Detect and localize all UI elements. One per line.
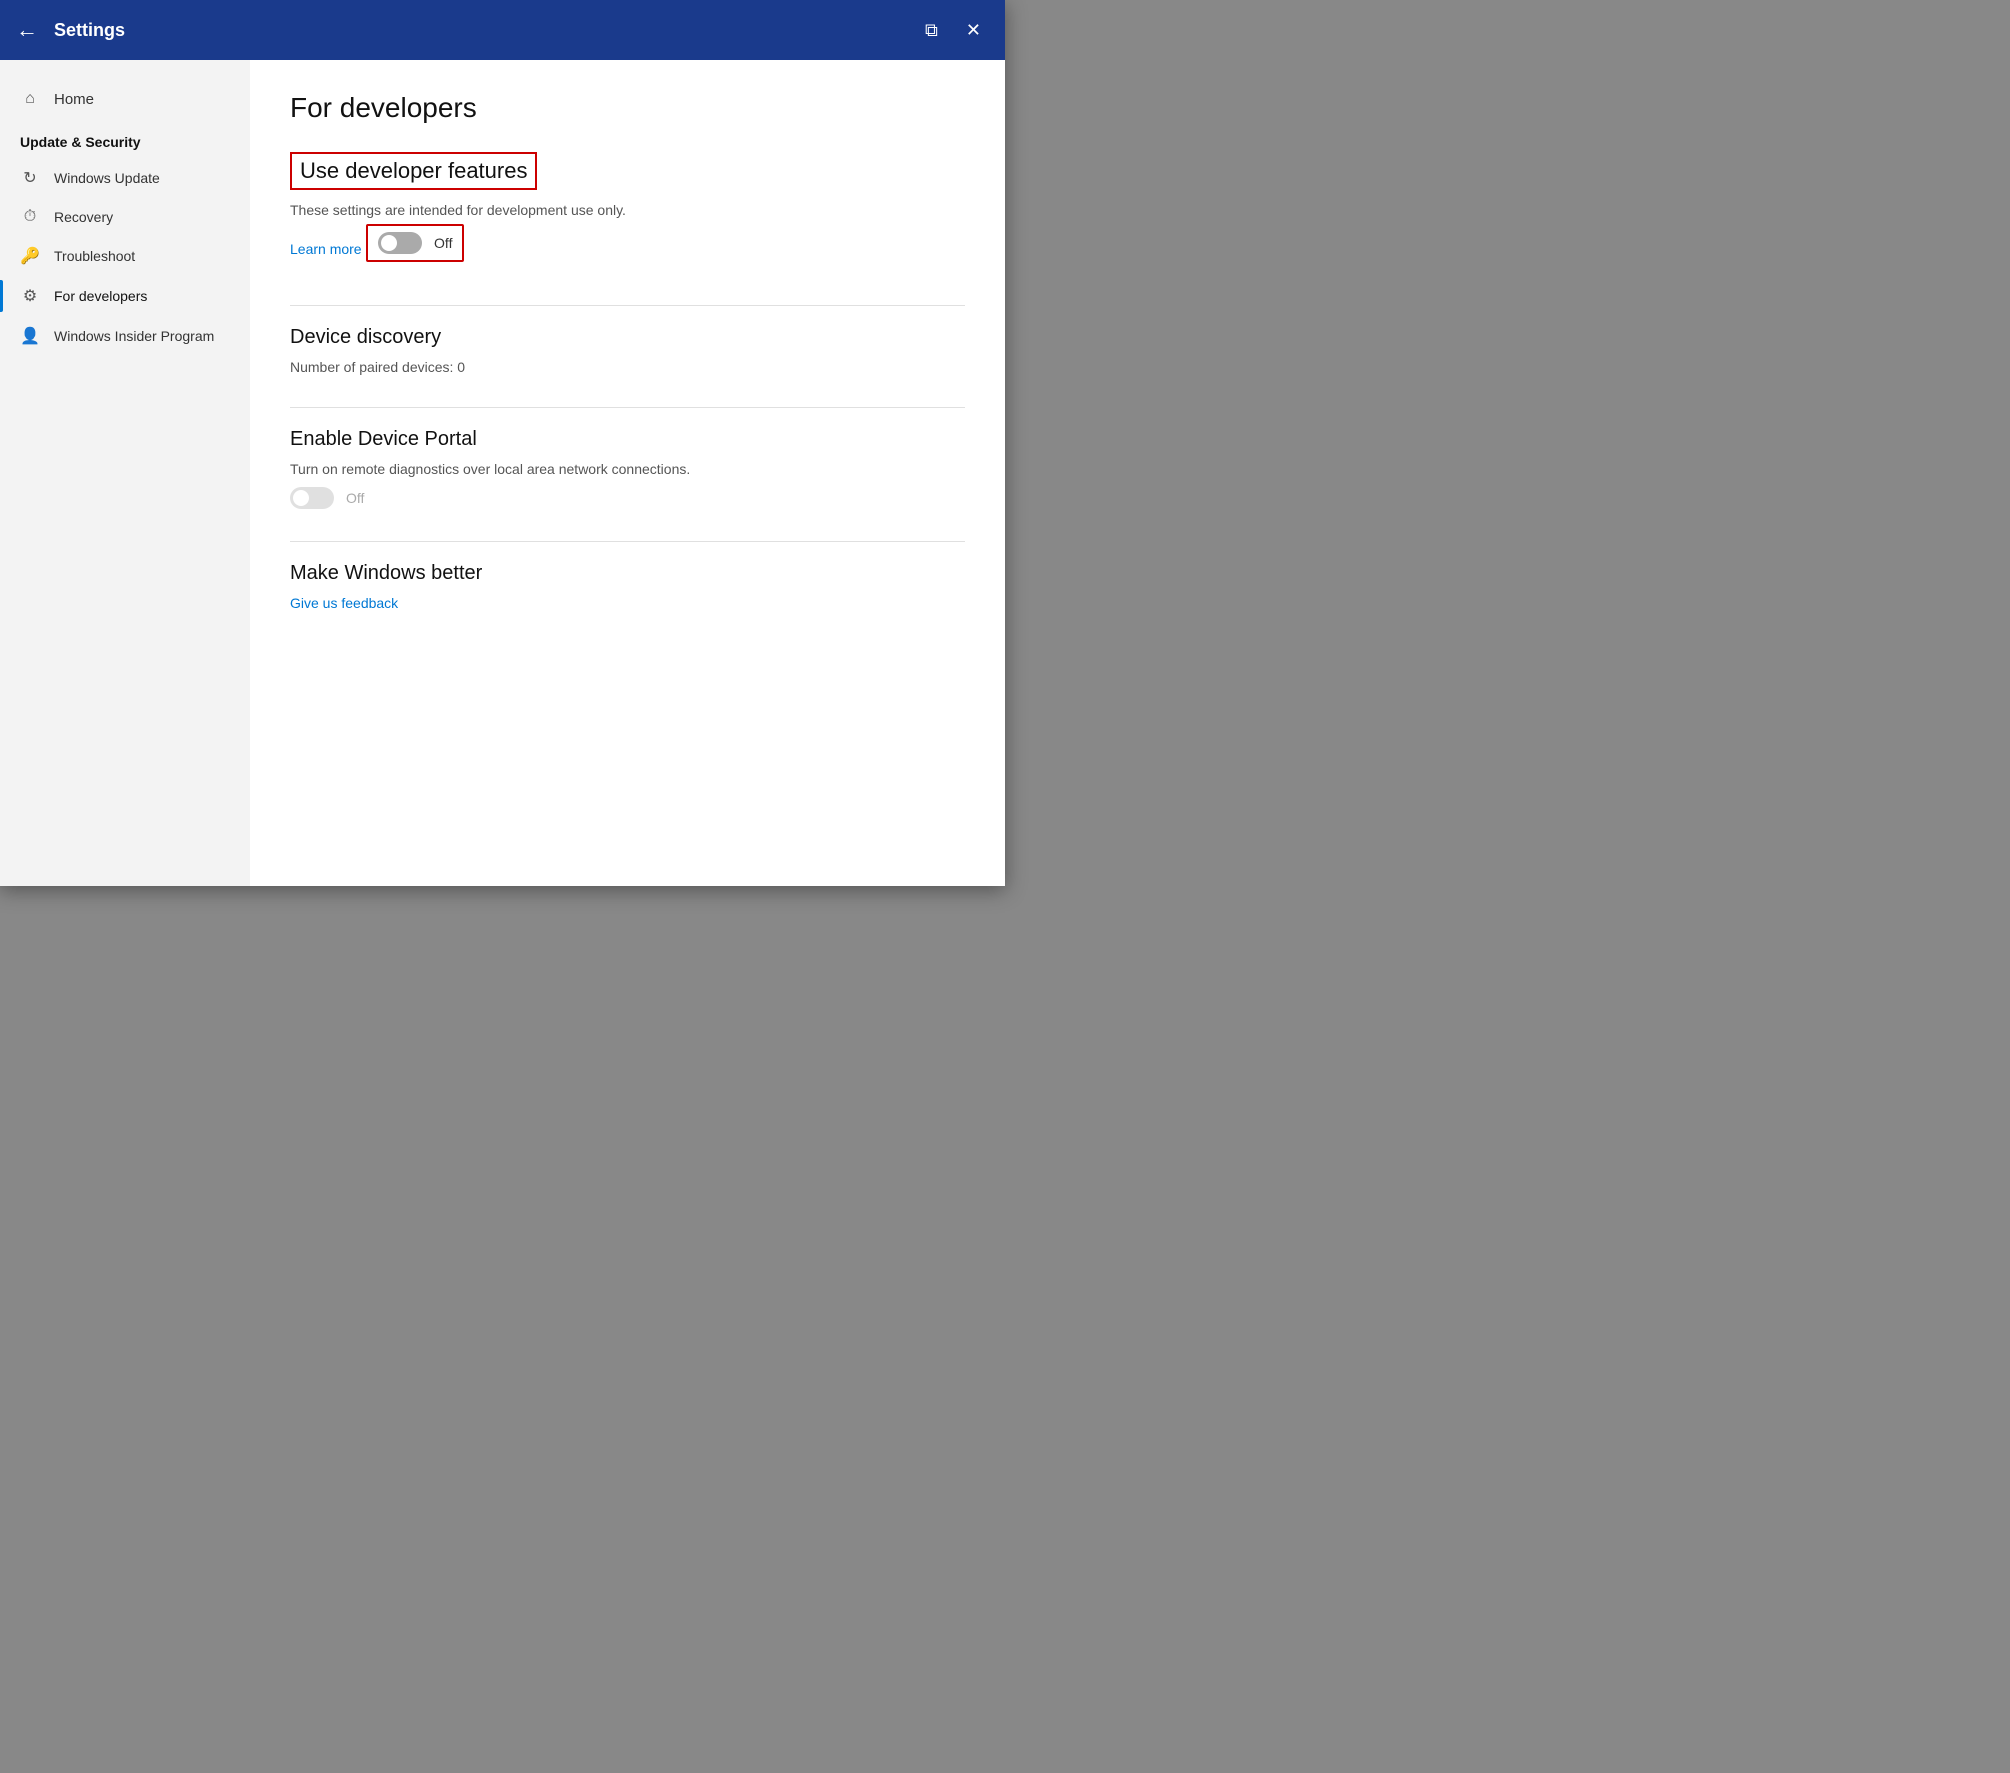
back-button[interactable]: ← [16, 17, 38, 43]
sidebar-item-label: Windows Insider Program [54, 328, 214, 344]
sidebar-item-troubleshoot[interactable]: 🔑 Troubleshoot [0, 236, 250, 276]
sidebar-home-label: Home [54, 91, 94, 108]
learn-more-link[interactable]: Learn more [290, 241, 362, 257]
close-button[interactable]: ✕ [958, 16, 989, 45]
for-developers-icon: ⚙ [20, 286, 40, 306]
sidebar-item-label: Windows Update [54, 170, 160, 186]
sidebar-item-label: Troubleshoot [54, 248, 135, 264]
device-portal-description: Turn on remote diagnostics over local ar… [290, 461, 965, 477]
sidebar-item-windows-update[interactable]: ↻ Windows Update [0, 158, 250, 198]
developer-toggle-label: Off [434, 235, 452, 251]
title-bar-controls: ⧉ ✕ [917, 16, 989, 45]
developer-toggle-container: Off [366, 224, 464, 262]
recovery-icon: ⏱ [20, 208, 40, 226]
divider-3 [290, 541, 965, 542]
use-developer-features-title: Use developer features [300, 158, 527, 183]
device-portal-toggle-container: Off [290, 487, 965, 509]
use-developer-features-section: Use developer features These settings ar… [290, 152, 965, 273]
title-bar-title: Settings [54, 20, 125, 41]
divider-1 [290, 305, 965, 306]
sidebar-section-title: Update & Security [0, 118, 250, 158]
device-portal-toggle-thumb [293, 490, 309, 506]
developer-toggle[interactable] [378, 232, 422, 254]
enable-device-portal-section: Enable Device Portal Turn on remote diag… [290, 428, 965, 509]
toggle-track [378, 232, 422, 254]
sidebar-item-for-developers[interactable]: ⚙ For developers [0, 276, 250, 316]
device-discovery-title: Device discovery [290, 326, 965, 349]
title-bar: ← Settings ⧉ ✕ [0, 0, 1005, 60]
main-area: ⌂ Home Update & Security ↻ Windows Updat… [0, 60, 1005, 886]
page-title: For developers [290, 92, 965, 124]
sidebar-item-windows-insider[interactable]: 👤 Windows Insider Program [0, 316, 250, 356]
device-portal-toggle-label: Off [346, 490, 364, 506]
sidebar-item-home[interactable]: ⌂ Home [0, 80, 250, 118]
toggle-thumb [381, 235, 397, 251]
give-feedback-link[interactable]: Give us feedback [290, 595, 398, 611]
sidebar-item-label: For developers [54, 288, 147, 304]
make-windows-better-title: Make Windows better [290, 562, 965, 585]
home-icon: ⌂ [20, 90, 40, 108]
content-area: For developers Use developer features Th… [250, 60, 1005, 886]
windows-insider-icon: 👤 [20, 326, 40, 346]
windows-update-icon: ↻ [20, 168, 40, 188]
device-discovery-section: Device discovery Number of paired device… [290, 326, 965, 375]
enable-device-portal-title: Enable Device Portal [290, 428, 965, 451]
sidebar-item-recovery[interactable]: ⏱ Recovery [0, 198, 250, 236]
make-windows-better-section: Make Windows better Give us feedback [290, 562, 965, 627]
title-bar-left: ← Settings [16, 17, 917, 43]
divider-2 [290, 407, 965, 408]
troubleshoot-icon: 🔑 [20, 246, 40, 266]
sidebar: ⌂ Home Update & Security ↻ Windows Updat… [0, 60, 250, 886]
sidebar-item-label: Recovery [54, 209, 113, 225]
settings-window: ← Settings ⧉ ✕ ⌂ Home Update & Security … [0, 0, 1005, 886]
device-portal-toggle-track [290, 487, 334, 509]
device-portal-toggle[interactable] [290, 487, 334, 509]
paired-devices-label: Number of paired devices: 0 [290, 359, 965, 375]
snap-button[interactable]: ⧉ [917, 16, 946, 45]
use-developer-features-description: These settings are intended for developm… [290, 202, 965, 218]
